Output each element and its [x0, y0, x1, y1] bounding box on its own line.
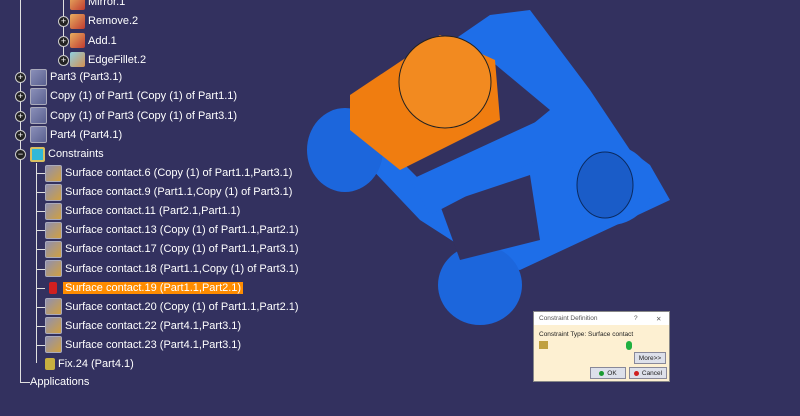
tree-item-feature[interactable]: Mirror.1 [70, 0, 125, 11]
tree-item-label: Copy (1) of Part3 (Copy (1) of Part3.1) [50, 109, 238, 122]
cancel-icon [633, 370, 639, 376]
cancel-label: Cancel [641, 369, 663, 377]
tree-item-constraint[interactable]: Surface contact.17 (Copy (1) of Part1.1,… [45, 240, 299, 258]
tree-line [36, 192, 45, 194]
more-button[interactable]: More>> [634, 352, 666, 364]
tree-line [36, 268, 45, 270]
expand-toggle[interactable]: − [15, 149, 26, 160]
expand-toggle[interactable]: + [58, 16, 69, 28]
tree-item-label: Surface contact.17 (Copy (1) of Part1.1,… [65, 243, 299, 256]
dialog-titlebar: Constraint Definition ? ✕ [534, 312, 669, 325]
tree-item-part[interactable]: Part4 (Part4.1) [30, 126, 122, 144]
tree-item-constraint[interactable]: Surface contact.18 (Part1.1,Copy (1) of … [45, 260, 299, 278]
tree-item-constraint-icon [45, 183, 62, 201]
tree-item-constraint[interactable]: Surface contact.22 (Part4.1,Part3.1) [45, 317, 241, 335]
expand-toggle[interactable]: + [15, 72, 26, 83]
expand-toggle[interactable]: + [58, 35, 69, 47]
tree-line [36, 306, 45, 308]
tree-item-label: Mirror.1 [88, 0, 126, 8]
ok-icon [599, 370, 605, 376]
tree-item-part[interactable]: Copy (1) of Part3 (Copy (1) of Part3.1) [30, 107, 237, 125]
tree-line [20, 0, 21, 382]
expand-toggle[interactable]: + [15, 129, 26, 141]
tree-item-label: Constraints [48, 148, 104, 160]
tree-item-label: Surface contact.9 (Part1.1,Copy (1) of P… [65, 186, 293, 199]
close-button[interactable]: ✕ [656, 315, 661, 323]
cancel-button[interactable]: Cancel [629, 367, 667, 379]
tree-item-part[interactable]: Copy (1) of Part1 (Copy (1) of Part1.1) [30, 87, 237, 105]
tree-item-constraint-icon [45, 202, 62, 220]
ok-label: OK [607, 369, 617, 377]
constraint-type-label: Constraint Type: Surface contact [539, 331, 634, 338]
tree-item-constraint-icon [45, 221, 62, 239]
tree-item-constraint-icon [45, 298, 62, 316]
tree-item-part-icon [30, 107, 47, 125]
tree-item-feature-icon [70, 13, 85, 29]
tree-item-label: Surface contact.6 (Copy (1) of Part1.1,P… [65, 167, 293, 179]
tree-item-label: Copy (1) of Part1 (Copy (1) of Part1.1) [50, 90, 238, 103]
tree-line [36, 211, 45, 213]
tree-item-label: Surface contact.19 (Part1.1,Part2.1) [63, 281, 244, 294]
tree-item-feature-icon [70, 0, 85, 10]
tree-item-constraint[interactable]: Surface contact.20 (Copy (1) of Part1.1,… [45, 298, 299, 316]
tree-item-constraint-icon [45, 336, 62, 354]
tree-line [36, 249, 45, 251]
tree-item-constraint-icon [49, 281, 57, 294]
expand-toggle[interactable]: + [15, 110, 26, 122]
tree-item-constraint-icon [45, 260, 62, 277]
tree-item-constraint[interactable]: Surface contact.9 (Part1.1,Copy (1) of P… [45, 183, 292, 201]
surface-contact-icon [539, 341, 548, 349]
tree-item-label: Surface contact.11 (Part2.1,Part1.1) [65, 205, 241, 218]
tree-item-label: Part4 (Part4.1) [50, 128, 123, 141]
tree-item-label: Surface contact.18 (Part1.1,Copy (1) of … [65, 262, 299, 275]
constraint-definition-dialog: Constraint Definition ? ✕ Constraint Typ… [533, 311, 670, 382]
tree-item-label: Surface contact.23 (Part4.1,Part3.1) [65, 338, 242, 351]
tree-item-label: EdgeFillet.2 [88, 53, 147, 66]
tree-item-constraint-icon [45, 317, 62, 335]
tree-item-constraint[interactable]: Surface contact.11 (Part2.1,Part1.1) [45, 202, 240, 220]
ok-button[interactable]: OK [590, 367, 626, 379]
help-button[interactable]: ? [634, 315, 638, 322]
tree-line [36, 173, 45, 174]
tree-item-label: Surface contact.13 (Copy (1) of Part1.1,… [65, 224, 299, 237]
tree-item-feature[interactable]: Add.1 [70, 32, 117, 50]
tree-item-constraints-icon [30, 146, 45, 162]
tree-item-part-icon [30, 68, 47, 86]
tree-item-constraint[interactable]: Surface contact.13 (Copy (1) of Part1.1,… [45, 221, 299, 239]
tree-item-applications[interactable]: Applications [30, 373, 89, 391]
tree-item-constraint[interactable]: Surface contact.19 (Part1.1,Part2.1) [45, 279, 244, 297]
tree-item-feature[interactable]: Remove.2 [70, 12, 138, 30]
dialog-title: Constraint Definition [539, 315, 598, 322]
tree-item-part[interactable]: Part3 (Part3.1) [30, 68, 122, 86]
tree-item-constraint-icon [45, 164, 62, 182]
tree-item-label: Applications [30, 376, 90, 388]
tree-item-constraint-icon [45, 240, 62, 258]
tree-line [20, 382, 30, 383]
tree-item-fix[interactable]: Fix.24 (Part4.1) [45, 355, 134, 373]
tree-item-feature-icon [70, 33, 85, 49]
status-icon [626, 341, 632, 350]
tree-item-feature[interactable]: EdgeFillet.2 [70, 51, 146, 69]
tree-line [36, 230, 45, 232]
tree-item-label: Part3 (Part3.1) [50, 71, 123, 83]
tree-item-part-icon [30, 87, 47, 105]
tree-line [36, 325, 45, 327]
expand-toggle[interactable]: + [15, 91, 26, 103]
tree-item-label: Add.1 [88, 34, 117, 47]
tree-item-constraint[interactable]: Surface contact.23 (Part4.1,Part3.1) [45, 336, 241, 354]
tree-line [63, 0, 64, 58]
tree-item-label: Surface contact.20 (Copy (1) of Part1.1,… [65, 300, 299, 313]
tree-item-constraint[interactable]: Surface contact.6 (Copy (1) of Part1.1,P… [45, 164, 292, 182]
tree-item-fix-icon [45, 358, 55, 370]
tree-item-label: Fix.24 (Part4.1) [58, 358, 134, 370]
specification-tree: Mirror.1 Remove.2 + Add.1 + EdgeFillet.2 + Part… [0, 0, 300, 416]
tree-item-label: Remove.2 [88, 15, 139, 28]
tree-item-part-icon [30, 126, 47, 144]
expand-toggle[interactable]: + [58, 54, 69, 66]
tree-line [36, 344, 45, 346]
tree-item-constraints[interactable]: Constraints [30, 145, 104, 163]
tree-line [36, 287, 45, 289]
tree-item-feature-icon [70, 52, 85, 68]
tree-item-label: Surface contact.22 (Part4.1,Part3.1) [65, 319, 242, 332]
